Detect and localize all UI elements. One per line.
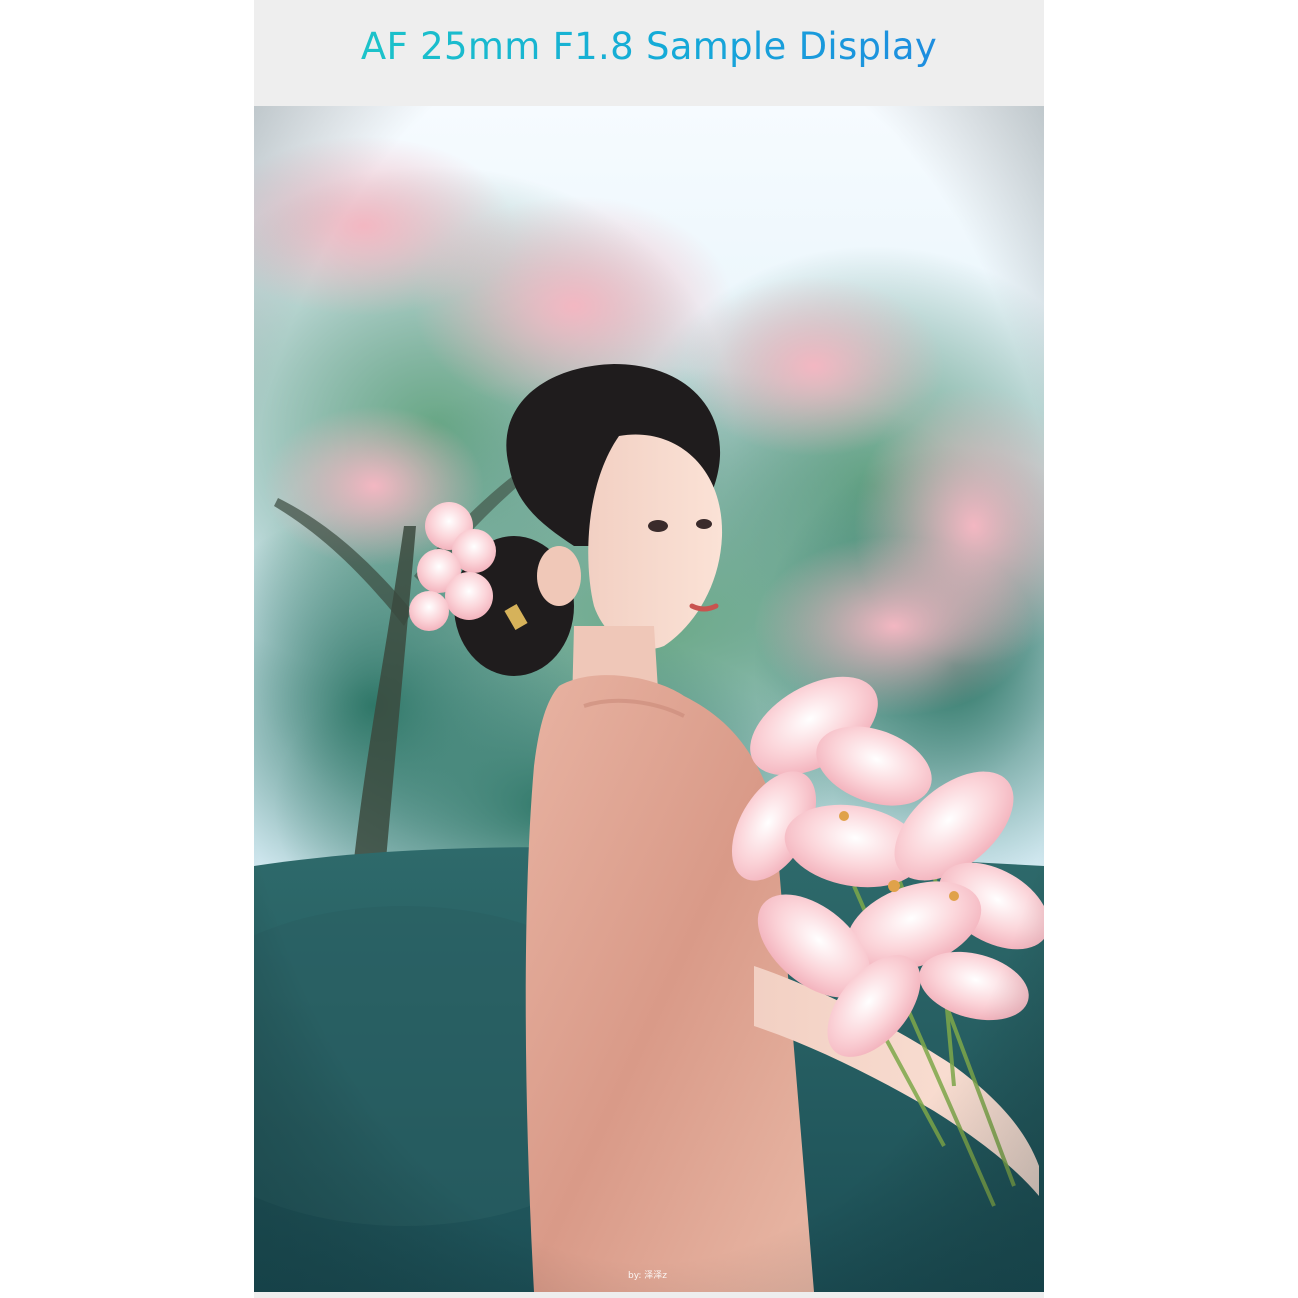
sample-photo	[254, 106, 1044, 1292]
product-sample-panel: AF 25mm F1.8 Sample Display by: 泽泽z	[254, 0, 1044, 1298]
photo-credit: by: 泽泽z	[628, 1271, 668, 1281]
sample-photo-illustration	[254, 106, 1044, 1292]
page-title: AF 25mm F1.8 Sample Display	[360, 24, 938, 68]
page: AF 25mm F1.8 Sample Display by: 泽泽z	[0, 0, 1298, 1298]
title-bar: AF 25mm F1.8 Sample Display	[254, 0, 1044, 106]
bottom-strip	[254, 1292, 1044, 1298]
